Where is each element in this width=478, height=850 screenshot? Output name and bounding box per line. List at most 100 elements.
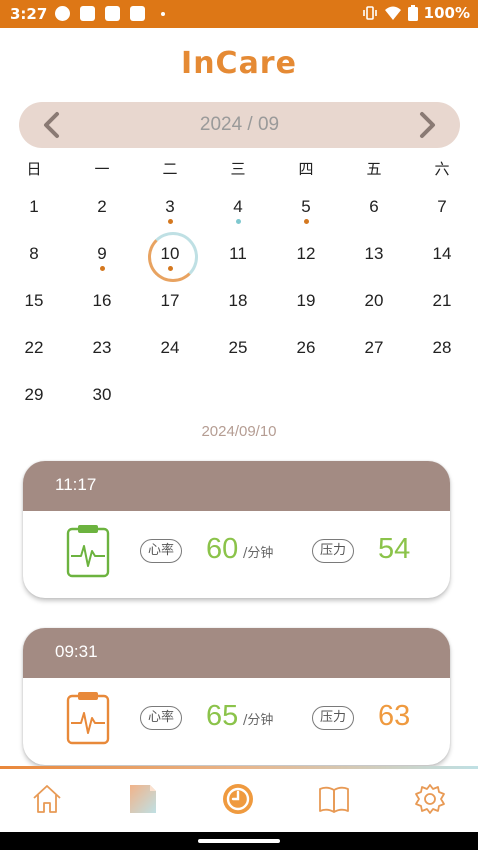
calendar-day-number: 17 [160,291,180,310]
weekday-label: 三 [230,160,246,178]
calendar-day[interactable]: 16 [80,282,124,326]
history-icon[interactable] [221,782,255,816]
record-marker-dot [236,219,241,224]
calendar-day[interactable]: 19 [284,282,328,326]
calendar-day-number: 25 [228,338,248,357]
calendar-day[interactable]: 24 [148,329,192,373]
notification-icon [130,6,145,21]
calendar-day-number: 3 [165,197,175,216]
calendar-day-number: 26 [296,338,316,357]
weekday-label: 一 [94,160,110,178]
record-marker-dot [168,219,173,224]
guide-book-icon[interactable] [317,782,351,816]
calendar-day[interactable]: 9 [80,235,124,279]
weekday-label: 二 [162,160,178,178]
heart-rate-unit: /分钟 [243,713,274,728]
calendar-day-number: 20 [364,291,384,310]
settings-icon[interactable] [413,782,447,816]
chevron-right-icon[interactable] [412,110,442,140]
calendar-day[interactable]: 25 [216,329,260,373]
record-card-header: 11:17 [23,461,450,511]
calendar-day[interactable]: 4 [216,188,260,232]
nav-divider [0,766,478,769]
calendar-day[interactable]: 6 [352,188,396,232]
calendar-day[interactable]: 15 [12,282,56,326]
report-icon[interactable] [126,782,160,816]
status-bar: 3:27 100% [0,0,478,28]
weekday-label: 日 [26,160,42,178]
calendar-day-number: 5 [301,197,311,216]
calendar-day-number: 21 [432,291,452,310]
calendar-day[interactable]: 23 [80,329,124,373]
more-dot-icon [161,12,165,16]
calendar-day-number: 9 [97,244,107,263]
calendar-day-number: 27 [364,338,384,357]
calendar-day[interactable]: 26 [284,329,328,373]
heart-rate-unit: /分钟 [243,546,274,561]
calendar-day[interactable]: 17 [148,282,192,326]
stress-pill: 压力 [312,706,354,730]
stress-value: 63 [378,700,411,732]
calendar-day[interactable]: 13 [352,235,396,279]
notification-icon [80,6,95,21]
weekday-header: 日一二三四五六 [0,158,478,182]
calendar-day[interactable]: 11 [216,235,260,279]
calendar-day-number: 16 [92,291,112,310]
selected-date-label: 2024/09/10 [201,423,277,440]
calendar-day[interactable]: 7 [420,188,464,232]
calendar-grid: 1 2 3 4 5 6 7 8 9 10 11 12 13 14 15 16 17 18 19 20 21 22 23 24 2… [0,186,478,416]
calendar-day[interactable]: 20 [352,282,396,326]
record-card[interactable]: 09:31 心率 65/分钟 压力 63 [23,628,450,765]
stress-pill: 压力 [312,539,354,563]
home-icon[interactable] [30,782,64,816]
calendar-day[interactable]: 29 [12,376,56,420]
weekday-label: 五 [366,160,382,178]
calendar-day[interactable]: 18 [216,282,260,326]
calendar-day-number: 13 [364,244,384,263]
calendar-day-number: 19 [296,291,316,310]
calendar-day[interactable]: 1 [12,188,56,232]
record-time: 09:31 [55,642,98,661]
heart-rate-pill: 心率 [140,706,182,730]
calendar-day[interactable]: 3 [148,188,192,232]
calendar-day-number: 1 [29,197,39,216]
calendar-day[interactable]: 22 [12,329,56,373]
status-time: 3:27 [10,5,48,23]
calendar-day-number: 10 [160,244,180,263]
calendar-day[interactable]: 2 [80,188,124,232]
calendar-day[interactable]: 14 [420,235,464,279]
calendar-day-number: 11 [229,244,247,263]
record-card[interactable]: 11:17 心率 60/分钟 压力 54 [23,461,450,598]
calendar-day-number: 22 [24,338,44,357]
clipboard-heartbeat-icon [66,692,110,745]
calendar-day[interactable]: 28 [420,329,464,373]
calendar-day[interactable]: 21 [420,282,464,326]
calendar-day[interactable]: 12 [284,235,328,279]
record-time: 11:17 [55,475,97,494]
calendar-day-number: 12 [296,244,316,263]
calendar-day[interactable]: 27 [352,329,396,373]
calendar-day-number: 30 [92,385,112,404]
calendar-day[interactable]: 30 [80,376,124,420]
calendar-day-number: 6 [369,197,379,216]
record-marker-dot [304,219,309,224]
calendar-day[interactable]: 5 [284,188,328,232]
notification-icon [105,6,120,21]
wifi-icon [384,6,401,20]
clipboard-heartbeat-icon [66,525,110,578]
app-notification-icon [55,6,70,21]
record-marker-dot [168,266,173,271]
home-gesture-handle[interactable] [198,839,280,843]
record-card-header: 09:31 [23,628,450,678]
calendar-day[interactable]: 8 [12,235,56,279]
calendar-day-number: 4 [233,197,243,216]
calendar-day-number: 8 [29,244,39,263]
month-label: 2024 / 09 [199,114,280,135]
weekday-label: 六 [434,160,450,178]
stress-value: 54 [378,533,411,565]
battery-percent: 100% [423,4,470,22]
calendar-day-selected[interactable]: 10 [148,232,198,282]
record-marker-dot [100,266,105,271]
calendar-day-number: 28 [432,338,452,357]
heart-rate-value: 60 [206,533,239,565]
